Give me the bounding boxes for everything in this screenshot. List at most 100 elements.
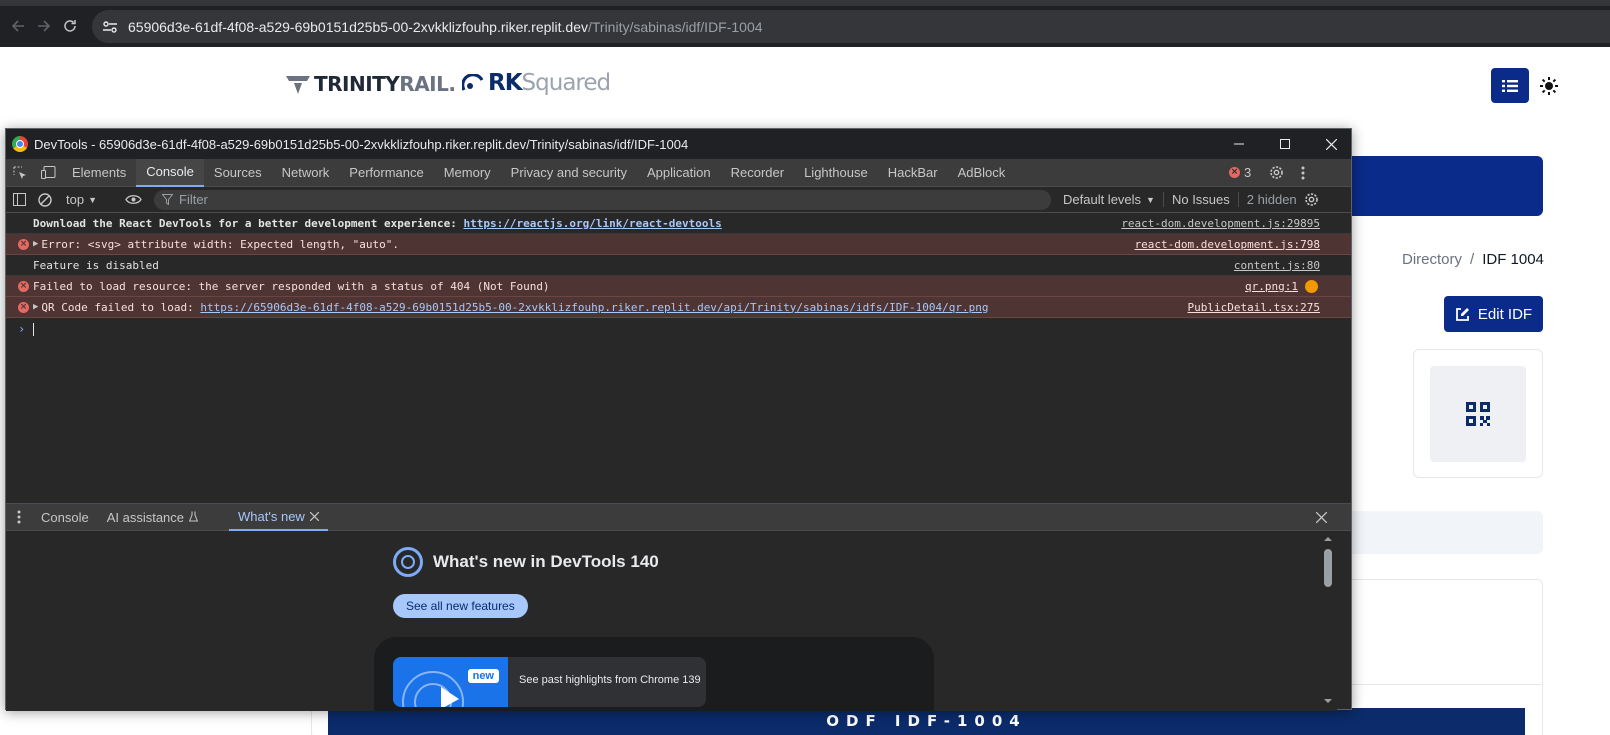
tab-hackbar[interactable]: HackBar [878,159,948,187]
panel-tab-list: Elements Console Sources Network Performance… [62,158,1016,187]
log-levels-dropdown[interactable]: Default levels ▼ [1063,192,1164,207]
chrome-icon [12,136,28,152]
tab-adblock[interactable]: AdBlock [948,159,1016,187]
breadcrumb-current: IDF 1004 [1482,251,1544,268]
close-icon [1325,138,1337,150]
console-log-row[interactable]: Feature is disabled content.js:80 [6,255,1351,276]
tab-application[interactable]: Application [637,159,721,187]
list-view-button[interactable] [1491,68,1529,103]
url-text: 65906d3e-61df-4f08-a529-69b0151d25b5-00-… [128,18,763,35]
see-all-features-button[interactable]: See all new features [393,594,528,618]
drawer-menu-icon[interactable] [6,504,32,530]
prompt-chevron-icon: › [18,322,26,336]
log-link[interactable]: https://65906d3e-61df-4f08-a529-69b0151d… [200,301,988,314]
browser-toolbar: 65906d3e-61df-4f08-a529-69b0151d25b5-00-… [0,0,1610,47]
tab-lighthouse[interactable]: Lighthouse [794,159,878,187]
device-toolbar-icon[interactable] [34,159,62,187]
qr-code-icon [1466,402,1490,426]
tab-memory[interactable]: Memory [434,159,501,187]
qr-placeholder [1430,366,1526,462]
console-log-row[interactable]: Download the React DevTools for a better… [6,213,1351,234]
back-icon[interactable] [6,14,30,38]
tab-console[interactable]: Console [136,158,204,187]
qr-code-card [1413,349,1543,478]
console-settings-icon[interactable] [1299,187,1325,213]
minimize-icon [1234,143,1244,145]
trinity-rail-logo: TRINITYRAIL. [286,72,456,96]
edit-idf-label: Edit IDF [1477,305,1533,323]
console-filter-input[interactable]: Filter [154,189,1051,210]
breadcrumb-separator: / [1470,251,1475,268]
theme-toggle-button[interactable] [1537,74,1561,98]
devtools-titlebar[interactable]: DevTools - 65906d3e-61df-4f08-a529-69b01… [6,129,1351,159]
list-icon [1502,79,1518,92]
more-options-icon[interactable] [1289,159,1317,187]
console-prompt[interactable]: › [6,318,1351,340]
edit-icon [1456,307,1469,321]
scrollbar-thumb[interactable] [1324,549,1332,587]
inspect-element-icon[interactable] [6,159,34,187]
expand-triangle-icon[interactable]: ▶ [33,302,38,312]
whats-new-heading: What's new in DevTools 140 [393,547,659,577]
drawer-tab-console[interactable]: Console [32,503,98,531]
log-message: Download the React DevTools for a better… [33,216,464,230]
breadcrumb-parent[interactable]: Directory [1402,251,1462,268]
close-window-button[interactable] [1308,129,1354,159]
tab-performance[interactable]: Performance [339,159,433,187]
log-source-link[interactable]: qr.png:1 [1245,280,1298,293]
log-levels-dropdown-icon: ▼ [1146,194,1155,205]
context-value: top [66,192,85,207]
console-caret [33,322,35,336]
whats-new-title: What's new in DevTools 140 [433,552,659,571]
page-header [0,47,1610,127]
drawer-tab-ai-assistance[interactable]: AI assistance [98,503,207,531]
console-error-row[interactable]: × ▶ QR Code failed to load: https://65906d… [6,297,1351,318]
live-expression-eye-icon[interactable] [120,187,146,213]
error-count-badge[interactable]: × 3 [1229,165,1251,180]
tab-network[interactable]: Network [272,159,340,187]
tab-privacy-and-security[interactable]: Privacy and security [501,159,637,187]
tab-elements[interactable]: Elements [62,159,136,187]
minimize-button[interactable] [1216,129,1262,159]
filter-icon [162,194,173,205]
ai-explain-icon[interactable] [1305,280,1318,293]
devtools-window: DevTools - 65906d3e-61df-4f08-a529-69b01… [5,128,1352,711]
tab-sources[interactable]: Sources [204,159,272,187]
issues-button[interactable]: No Issues [1172,192,1239,207]
drawer-tab-what-s-new[interactable]: What's new [229,503,328,531]
console-error-row[interactable]: × ▶ Error: <svg> attribute width: Expected… [6,234,1351,255]
settings-icon[interactable] [1262,159,1290,187]
experiment-flask-icon [188,510,199,525]
reload-icon[interactable] [58,14,82,38]
tab-recorder[interactable]: Recorder [721,159,794,187]
log-levels-label: Default levels [1063,192,1142,207]
whats-new-scrollbar[interactable] [1323,535,1333,705]
clear-console-icon[interactable] [32,187,58,213]
maximize-icon [1280,139,1290,149]
site-settings-icon[interactable] [92,10,128,43]
context-selector[interactable]: top ▼ [66,192,116,207]
expand-triangle-icon[interactable]: ▶ [33,239,38,249]
sidebar-toggle-icon[interactable] [6,187,32,213]
address-bar[interactable]: 65906d3e-61df-4f08-a529-69b0151d25b5-00-… [92,10,1610,43]
log-link[interactable]: https://reactjs.org/link/react-devtools [463,217,721,230]
log-message: Feature is disabled [33,258,159,272]
close-tab-icon[interactable] [309,509,320,524]
close-drawer-icon[interactable] [1307,503,1335,531]
log-message: Failed to load resource: the server resp… [33,279,550,293]
forward-icon[interactable] [32,14,56,38]
log-source-link[interactable]: content.js:80 [1234,259,1320,272]
log-source-link[interactable]: PublicDetail.tsx:275 [1188,301,1320,314]
context-dropdown-icon: ▼ [88,194,97,205]
rksquared-logo-icon [462,74,484,91]
drawer-tabbar: Console AI assistance What's new [6,503,1351,531]
log-source-link[interactable]: react-dom.development.js:29895 [1121,217,1320,230]
console-error-row[interactable]: × Failed to load resource: the server res… [6,276,1351,297]
edit-idf-button[interactable]: Edit IDF [1444,296,1543,332]
past-highlights-link[interactable]: new See past highlights from Chrome 139 [393,657,706,707]
error-count: 3 [1244,165,1252,180]
error-count-icon: × [1229,167,1240,178]
log-source-link[interactable]: react-dom.development.js:798 [1135,238,1320,251]
maximize-button[interactable] [1262,129,1308,159]
log-message: QR Code failed to load: [41,300,201,314]
